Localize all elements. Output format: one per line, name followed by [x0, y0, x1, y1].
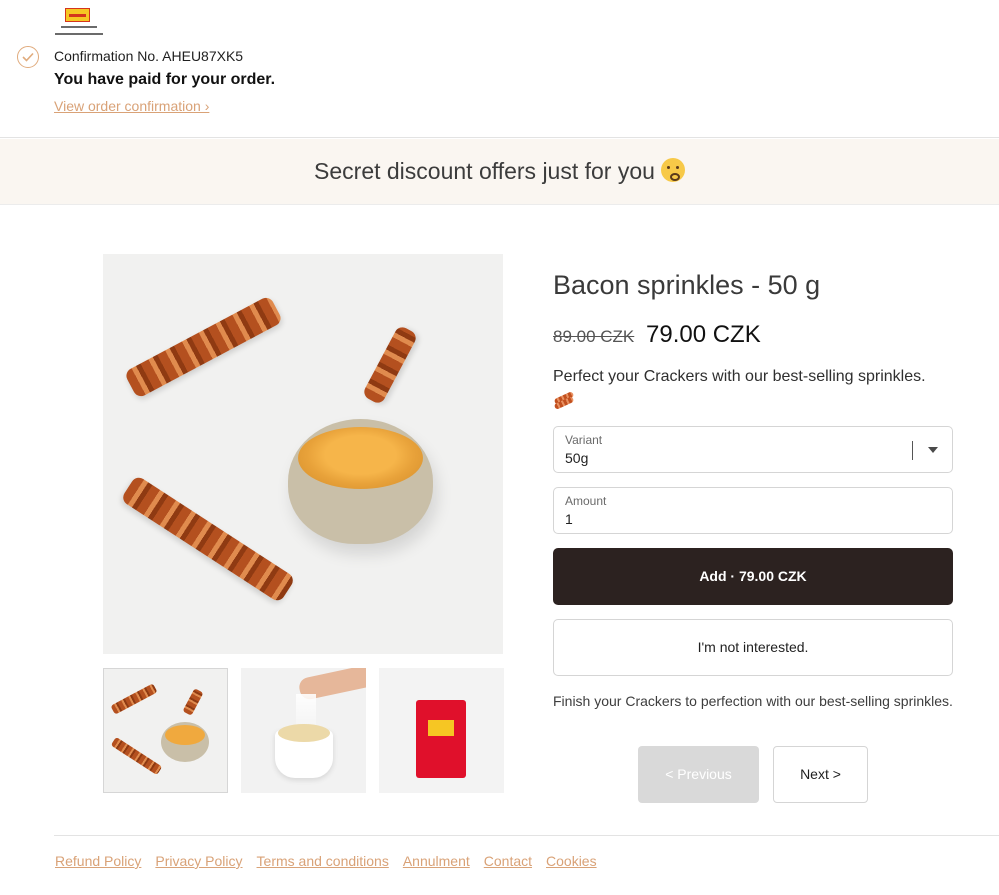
product-description: Perfect your Crackers with our best-sell…: [553, 368, 926, 385]
payment-status-message: You have paid for your order.: [54, 71, 276, 88]
amount-label: Amount: [565, 494, 607, 508]
original-price: 89.00 CZK: [553, 327, 635, 346]
variant-select[interactable]: Variant 50g: [553, 426, 953, 473]
amount-input[interactable]: Amount 1: [553, 487, 953, 534]
thumbnail-hand-sprinkling-crackers[interactable]: [241, 668, 366, 793]
discount-banner: Secret discount offers just for you: [0, 139, 999, 205]
footer-link-privacy-policy[interactable]: Privacy Policy: [155, 853, 242, 869]
chevron-down-icon: [928, 447, 938, 453]
add-to-order-button[interactable]: Add · 79.00 CZK: [553, 548, 953, 605]
footer-link-cookies[interactable]: Cookies: [546, 853, 597, 869]
bacon-icon: [553, 390, 575, 410]
footer-link-terms[interactable]: Terms and conditions: [257, 853, 389, 869]
thumbnail-bacon-and-bowl[interactable]: [103, 668, 228, 793]
variant-label: Variant: [565, 433, 603, 447]
not-interested-button[interactable]: I'm not interested.: [553, 619, 953, 676]
product-main-image: [103, 254, 503, 654]
footer-link-contact[interactable]: Contact: [484, 853, 532, 869]
discounted-price: 79.00 CZK: [646, 321, 761, 348]
footer-link-annulment[interactable]: Annulment: [403, 853, 470, 869]
footer-link-refund-policy[interactable]: Refund Policy: [55, 853, 141, 869]
checkmark-circle-icon: [17, 46, 39, 68]
previous-button: < Previous: [638, 746, 759, 803]
order-header: Confirmation No. AHEU87XK5 You have paid…: [0, 0, 999, 138]
upsell-text: Finish your Crackers to perfection with …: [553, 693, 953, 709]
footer-links: Refund Policy Privacy Policy Terms and c…: [55, 853, 597, 869]
thumbnail-red-package[interactable]: [379, 668, 504, 793]
banner-text: Secret discount offers just for you: [314, 158, 655, 184]
product-title: Bacon sprinkles - 50 g: [553, 270, 821, 300]
confirmation-number: Confirmation No. AHEU87XK5: [54, 48, 244, 64]
next-button[interactable]: Next >: [773, 746, 868, 803]
footer-divider: [54, 835, 999, 836]
amount-value: 1: [565, 511, 573, 527]
variant-value: 50g: [565, 450, 589, 466]
view-order-confirmation-link[interactable]: View order confirmation ›: [54, 98, 209, 114]
shushing-face-icon: [660, 158, 685, 182]
brand-logo: [54, 6, 104, 38]
